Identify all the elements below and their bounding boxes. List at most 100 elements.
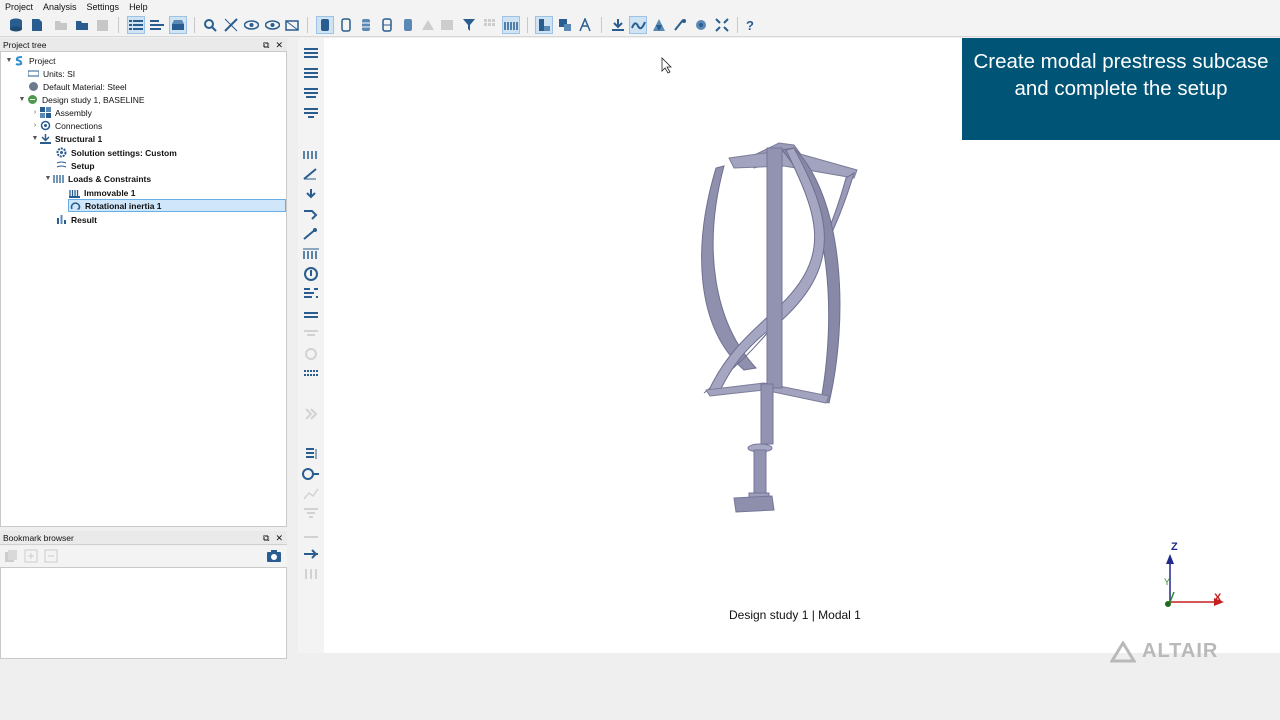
- tree-node-units[interactable]: Units: SI: [27, 67, 75, 80]
- result-plot-icon[interactable]: [302, 447, 320, 463]
- constraint-tool-icon[interactable]: [302, 147, 320, 163]
- edges-view-icon[interactable]: [378, 16, 396, 34]
- clip-icon[interactable]: [419, 16, 437, 34]
- tree-node-rotational-inertia[interactable]: Rotational inertia 1: [68, 199, 286, 212]
- graph-tool-icon[interactable]: [302, 487, 320, 503]
- float-panel-icon[interactable]: ⧉: [263, 40, 269, 50]
- forward-tool-icon[interactable]: [302, 407, 320, 423]
- tree-node-loads-constraints[interactable]: ▼ Loads & Constraints: [43, 172, 152, 185]
- force-load-icon[interactable]: [302, 47, 320, 63]
- rotational-load-icon[interactable]: [302, 267, 320, 283]
- menu-project[interactable]: Project: [0, 0, 38, 14]
- tree-node-structural[interactable]: ▼ Structural 1: [30, 132, 102, 145]
- remove-bookmark-icon[interactable]: [44, 549, 58, 568]
- tree-label: Loads & Constraints: [68, 173, 152, 184]
- contact-tool-icon[interactable]: [302, 207, 320, 223]
- tree-label: Rotational inertia 1: [85, 200, 162, 211]
- probe-icon[interactable]: [671, 16, 689, 34]
- tree-label: Design study 1, BASELINE: [42, 94, 145, 105]
- probe-tool-icon[interactable]: [302, 467, 320, 483]
- expand-arrow-icon[interactable]: ›: [30, 109, 40, 116]
- run-analysis-icon[interactable]: [609, 16, 627, 34]
- save-icon[interactable]: [93, 16, 111, 34]
- collapse-arrow-icon[interactable]: ▼: [43, 175, 53, 182]
- collapse-arrow-icon[interactable]: ▼: [17, 96, 27, 103]
- list-view-icon[interactable]: [127, 16, 145, 34]
- bearing-load-icon[interactable]: [302, 287, 320, 303]
- tree-node-result[interactable]: Result: [56, 213, 97, 226]
- fixed-support-icon[interactable]: [302, 307, 320, 323]
- close-panel-icon[interactable]: ✕: [275, 40, 283, 50]
- loads-display-icon[interactable]: [502, 16, 520, 34]
- tree-node-immovable[interactable]: Immovable 1: [69, 186, 136, 199]
- pressure-load-icon[interactable]: [302, 67, 320, 83]
- collapse-arrow-icon[interactable]: ▼: [4, 57, 14, 64]
- thermal-load-icon[interactable]: [302, 247, 320, 263]
- show-hide-icon[interactable]: [263, 16, 281, 34]
- settings-tool-icon[interactable]: [302, 567, 320, 583]
- displacement-tool-icon[interactable]: [302, 167, 320, 183]
- mesh-view-icon[interactable]: [357, 16, 375, 34]
- menu-settings[interactable]: Settings: [82, 0, 125, 14]
- measure-icon[interactable]: [222, 16, 240, 34]
- tree-node-connections[interactable]: › Connections: [30, 119, 102, 132]
- menu-help[interactable]: Help: [124, 0, 153, 14]
- tree-node-project[interactable]: ▼ Project: [4, 54, 56, 67]
- database-icon[interactable]: [7, 16, 25, 34]
- transparency-icon[interactable]: [438, 16, 456, 34]
- mesh-icon[interactable]: [650, 16, 668, 34]
- close-panel-icon[interactable]: ✕: [275, 533, 283, 543]
- fit-view-icon[interactable]: [713, 16, 731, 34]
- filter-icon[interactable]: [460, 16, 478, 34]
- ruler-icon: [27, 68, 40, 79]
- annotation-icon[interactable]: [576, 16, 594, 34]
- bolt-tool-icon[interactable]: [302, 227, 320, 243]
- bookmark-toolbar: [0, 546, 287, 567]
- deformed-view-icon[interactable]: [399, 16, 417, 34]
- zoom-icon[interactable]: [201, 16, 219, 34]
- help-icon[interactable]: ?: [741, 16, 759, 34]
- export-tool-icon[interactable]: [302, 507, 320, 523]
- wireframe-icon[interactable]: [337, 16, 355, 34]
- grid-icon[interactable]: [481, 16, 499, 34]
- material-icon: [28, 81, 39, 92]
- inbox-icon[interactable]: [169, 16, 187, 34]
- open-folder-icon[interactable]: [52, 16, 70, 34]
- tree-node-setup[interactable]: Setup: [56, 159, 95, 172]
- tree-node-material[interactable]: Default Material: Steel: [28, 80, 127, 93]
- new-file-icon[interactable]: [28, 16, 46, 34]
- toolbar-divider: [194, 17, 195, 33]
- eye-icon[interactable]: [242, 16, 260, 34]
- project-tree: ▼ Project Units: SI Default Material: Ste…: [0, 51, 287, 527]
- tree-node-design-study[interactable]: ▼ Design study 1, BASELINE: [17, 93, 145, 106]
- damper-tool-icon[interactable]: [302, 347, 320, 363]
- folder-icon[interactable]: [73, 16, 91, 34]
- tree-label: Project: [29, 55, 56, 66]
- collapse-arrow-icon[interactable]: ▼: [30, 135, 40, 142]
- modal-analysis-icon[interactable]: [629, 16, 647, 34]
- expand-arrow-icon[interactable]: ›: [30, 122, 40, 129]
- x-axis-label: X: [1214, 592, 1222, 604]
- structural-icon: [40, 133, 51, 144]
- menu-analysis[interactable]: Analysis: [38, 0, 82, 14]
- align-tool-icon[interactable]: [302, 547, 320, 563]
- tree-node-assembly[interactable]: › Assembly: [30, 106, 92, 119]
- report-tool-icon[interactable]: [302, 527, 320, 543]
- parts-view-icon[interactable]: [556, 16, 574, 34]
- support-tool-icon[interactable]: [302, 187, 320, 203]
- distributed-load-icon[interactable]: [302, 367, 320, 383]
- camera-icon[interactable]: [266, 549, 282, 568]
- spring-tool-icon[interactable]: [302, 327, 320, 343]
- float-panel-icon[interactable]: ⧉: [263, 533, 269, 543]
- moment-load-icon[interactable]: [302, 87, 320, 103]
- bookmark-browser-title: Bookmark browser: [3, 533, 74, 543]
- results-icon[interactable]: [692, 16, 710, 34]
- shaded-view-icon[interactable]: [316, 16, 334, 34]
- structure-view-icon[interactable]: [535, 16, 553, 34]
- gravity-load-icon[interactable]: [302, 107, 320, 123]
- add-bookmark-icon[interactable]: [24, 549, 38, 568]
- section-icon[interactable]: [283, 16, 301, 34]
- copy-bookmark-icon[interactable]: [4, 549, 18, 568]
- properties-icon[interactable]: [148, 16, 166, 34]
- tree-node-solution-settings[interactable]: Solution settings: Custom: [56, 146, 177, 159]
